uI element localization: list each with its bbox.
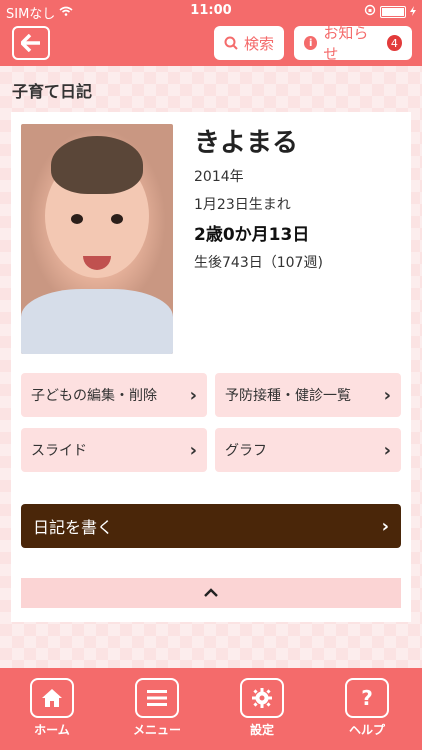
menu-icon [135, 678, 179, 718]
nav-bar: 検索 i お知らせ 4 [0, 22, 422, 66]
graph-label: グラフ [225, 443, 267, 459]
birth-date: 1月23日生まれ [194, 197, 291, 213]
gear-icon [240, 678, 284, 718]
tab-menu[interactable]: メニュー [127, 678, 187, 738]
write-diary-label: 日記を書く [33, 518, 114, 537]
slide-button[interactable]: スライド › [21, 428, 207, 472]
days-since-birth: 生後743日（107週) [194, 255, 323, 271]
write-diary-button[interactable]: 日記を書く › [21, 504, 401, 548]
orientation-lock-icon [364, 4, 376, 20]
chevron-up-icon [204, 588, 218, 597]
vaccination-list-label: 予防接種・健診一覧 [225, 388, 351, 404]
chevron-right-icon: › [383, 439, 391, 461]
child-age: 2歳0か月13日 [194, 225, 310, 245]
chevron-right-icon: › [189, 439, 197, 461]
battery-icon [380, 6, 406, 18]
info-icon: i [304, 36, 318, 50]
child-photo [21, 124, 173, 354]
notice-count-badge: 4 [386, 35, 402, 51]
slide-label: スライド [31, 443, 87, 459]
tab-menu-label: メニュー [132, 723, 181, 737]
page-title: 子育て日記 [12, 82, 93, 101]
notice-button[interactable]: i お知らせ 4 [294, 24, 412, 63]
tab-settings-label: 設定 [249, 723, 274, 737]
edit-child-button[interactable]: 子どもの編集・削除 › [21, 373, 207, 417]
help-icon: ? [345, 678, 389, 718]
vaccination-list-button[interactable]: 予防接種・健診一覧 › [215, 373, 401, 417]
tab-bar: ホーム メニュー 設定 ? ヘルプ [0, 668, 422, 750]
tab-help[interactable]: ? ヘルプ [337, 678, 397, 738]
tab-settings[interactable]: 設定 [232, 678, 292, 738]
graph-button[interactable]: グラフ › [215, 428, 401, 472]
status-bar: SIMなし 11:00 [0, 0, 422, 22]
status-time: 11:00 [190, 3, 232, 18]
chevron-right-icon: › [189, 384, 197, 406]
notice-label: お知らせ [323, 24, 369, 63]
child-card: きよまる 2014年 1月23日生まれ 2歳0か月13日 生後743日（107週… [11, 112, 411, 622]
back-button[interactable] [12, 26, 50, 60]
chevron-right-icon: › [381, 515, 389, 537]
tab-help-label: ヘルプ [348, 723, 385, 737]
home-icon [30, 678, 74, 718]
birth-year: 2014年 [194, 169, 244, 185]
search-label: 検索 [244, 34, 275, 53]
charging-icon [410, 5, 416, 20]
chevron-right-icon: › [383, 384, 391, 406]
tab-home-label: ホーム [34, 723, 70, 737]
back-arrow-icon [21, 34, 40, 52]
child-name: きよまる [194, 128, 299, 158]
search-icon [224, 36, 238, 50]
search-button[interactable]: 検索 [214, 26, 284, 60]
tab-home[interactable]: ホーム [22, 678, 82, 738]
edit-child-label: 子どもの編集・削除 [31, 388, 157, 404]
collapse-button[interactable] [21, 578, 401, 608]
